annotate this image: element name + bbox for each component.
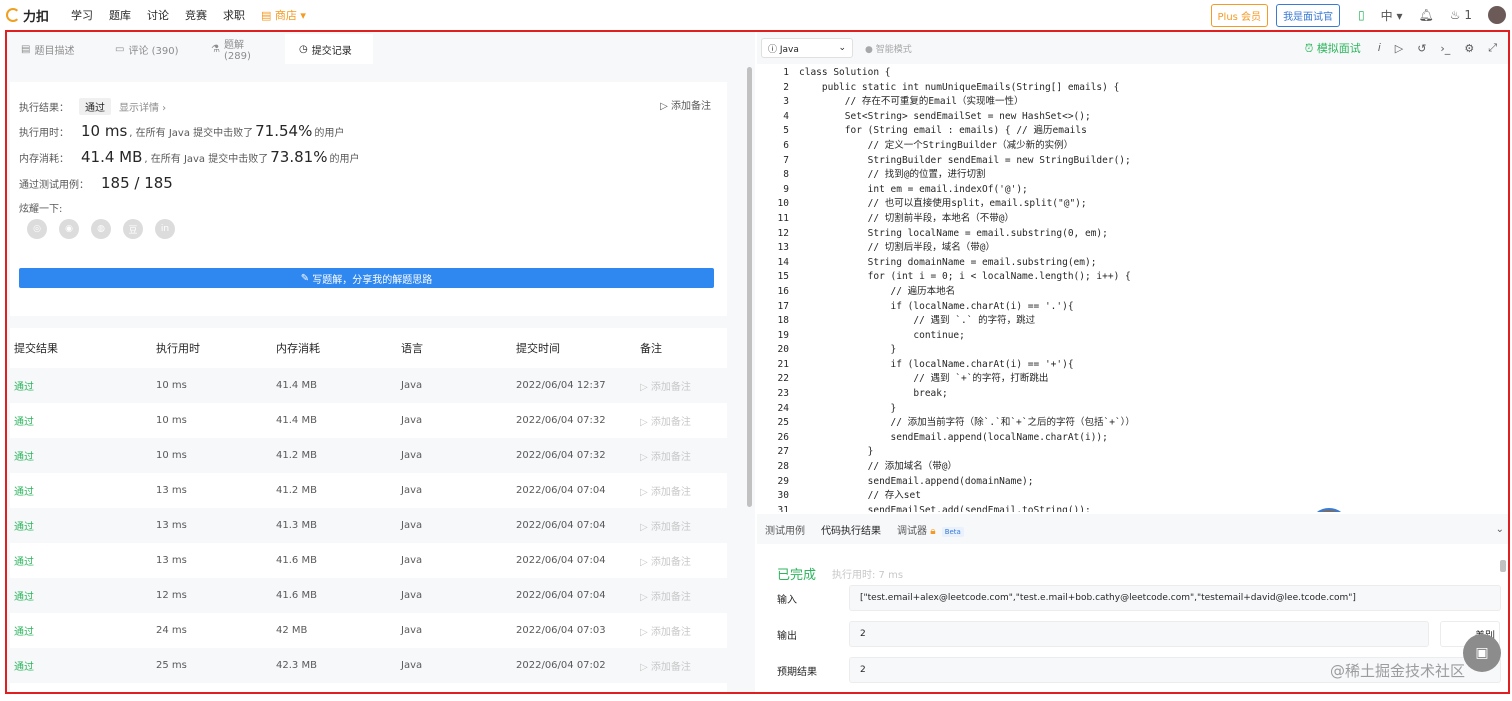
nav-item-contest[interactable]: 竞赛 [185,7,207,23]
flame-icon: ♨ [1449,8,1461,22]
language-label: 中 [1380,8,1393,23]
chevron-down-icon: ▾ [300,9,306,22]
nav-item-jobs[interactable]: 求职 [223,7,245,23]
points-count: 1 [1464,8,1472,22]
interviewer-button[interactable]: 我是面试官 [1276,3,1341,27]
nav-right: Plus 会员 我是面试官 ▯ 中 ▾ 🔔︎ ♨ 1 [1210,0,1512,30]
language-switch[interactable]: 中 ▾ [1381,7,1403,24]
logo[interactable]: 力扣 [6,6,49,25]
plus-member-button[interactable]: Plus 会员 [1210,3,1269,27]
leetcode-logo-icon [6,8,20,22]
logo-text: 力扣 [23,9,50,25]
watermark: @稀土掘金技术社区 [1330,662,1466,680]
highlight-frame [5,30,1510,694]
right-scrollbar[interactable] [1500,560,1506,572]
nav-item-problems[interactable]: 题库 [109,7,131,23]
nav-item-discuss[interactable]: 讨论 [147,7,169,23]
shop-icon: ▤ [261,9,272,22]
bell-icon[interactable]: 🔔︎ [1419,8,1434,22]
mobile-icon[interactable]: ▯ [1358,8,1365,22]
nav-item-shop[interactable]: ▤ 商店 ▾ [261,7,306,23]
shop-label: 商店 [274,9,297,22]
points[interactable]: ♨ 1 [1450,8,1472,22]
top-nav: 力扣 学习 题库 讨论 竞赛 求职 ▤ 商店 ▾ Plus 会员 我是面试官 ▯… [0,0,1512,30]
user-avatar[interactable] [1488,6,1506,24]
nav-item-learn[interactable]: 学习 [71,7,93,23]
